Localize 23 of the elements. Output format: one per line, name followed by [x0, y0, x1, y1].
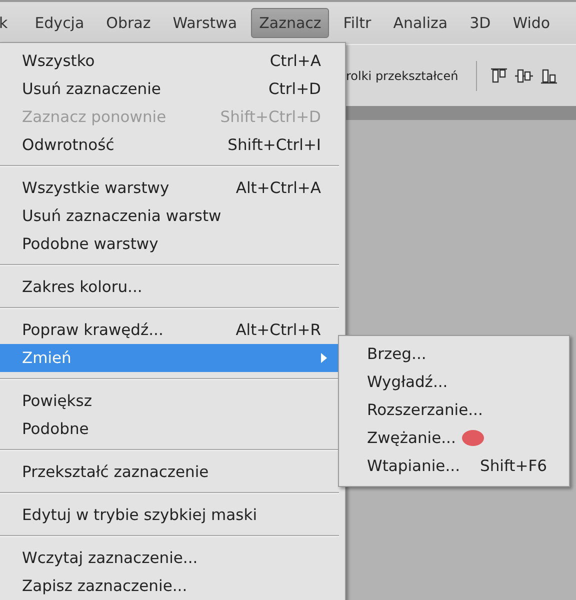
menu-item[interactable]: Zapisz zaznaczenie...: [0, 572, 345, 600]
submenu-item[interactable]: Rozszerzanie...: [339, 396, 569, 424]
menu-bar-item[interactable]: Edycja: [26, 8, 92, 38]
menu-item[interactable]: Podobne warstwy: [0, 230, 345, 258]
menu-bar-item[interactable]: Zaznacz: [251, 8, 330, 38]
submenu-item[interactable]: Wtapianie... Shift+F6: [339, 452, 569, 480]
menu-item[interactable]: Usuń zaznaczenia warstw: [0, 202, 345, 230]
menu-item[interactable]: Edytuj w trybie szybkiej maski: [0, 501, 345, 529]
menu-item[interactable]: Odwrotność Shift+Ctrl+I: [0, 131, 345, 159]
menu-bar-item[interactable]: Obraz: [98, 8, 159, 38]
menu-bar-item[interactable]: Warstwa: [164, 8, 246, 38]
option-label: rolki przekształceń: [346, 68, 458, 82]
menu-bar-item[interactable]: 3D: [462, 8, 499, 38]
menu-bar-item[interactable]: k: [0, 8, 16, 38]
submenu-item[interactable]: Zwężanie...: [339, 424, 569, 452]
menu-item[interactable]: Wszystkie warstwy Alt+Ctrl+A: [0, 174, 345, 202]
menu-bar-item[interactable]: Wido: [504, 8, 558, 38]
menu-bar-item[interactable]: Analiza: [385, 8, 456, 38]
menu-item[interactable]: Usuń zaznaczenie Ctrl+D: [0, 75, 345, 103]
menu-item[interactable]: Zakres koloru...: [0, 273, 345, 301]
menu-item[interactable]: Wszystko Ctrl+A: [0, 47, 345, 75]
menu-item[interactable]: Wczytaj zaznaczenie...: [0, 544, 345, 572]
menu-bar-item[interactable]: Filtr: [335, 8, 380, 38]
